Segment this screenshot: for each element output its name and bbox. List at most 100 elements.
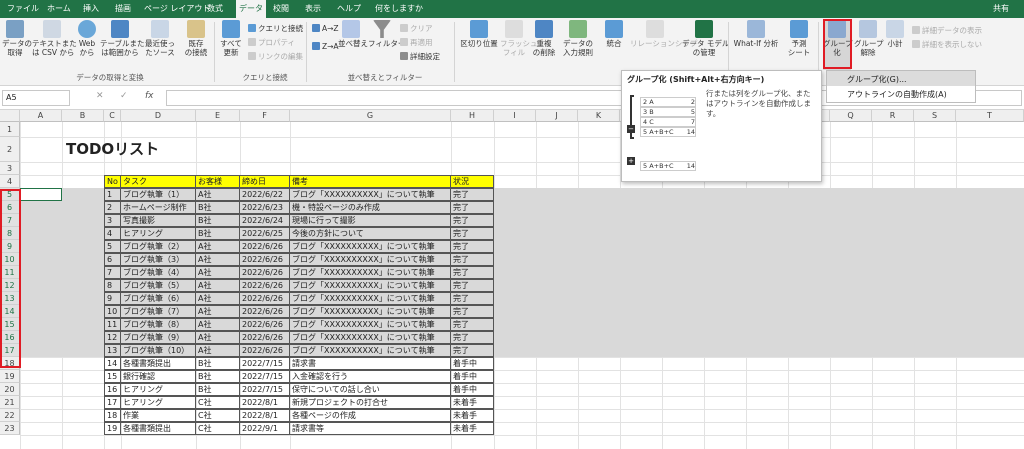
table-cell[interactable]: A社 [196,240,240,253]
tab-4[interactable]: ページ レイアウト [141,0,213,18]
column-header[interactable]: J [536,110,578,122]
table-cell[interactable]: 12 [104,331,121,344]
table-cell[interactable]: 15 [104,370,121,383]
table-cell[interactable]: 完了 [451,188,494,201]
table-cell[interactable]: 2022/6/25 [240,227,290,240]
table-cell[interactable]: 5 [104,240,121,253]
table-cell[interactable]: 3 [104,214,121,227]
table-header-cell[interactable]: 状況 [451,175,494,188]
table-cell[interactable]: 2022/6/22 [240,188,290,201]
table-cell[interactable]: 入金確認を行う [290,370,451,383]
table-cell[interactable]: 8 [104,279,121,292]
tab-2[interactable]: 挿入 [80,0,102,18]
table-cell[interactable]: ブログ執筆（8） [121,318,196,331]
table-cell[interactable]: 完了 [451,214,494,227]
table-cell[interactable]: 4 [104,227,121,240]
edit-links-button[interactable]: リンクの編集 [248,52,303,61]
column-header[interactable]: G [290,110,451,122]
row-header[interactable]: 23 [0,422,20,435]
tab-9[interactable]: ヘルプ [334,0,364,18]
table-cell[interactable]: 未着手 [451,409,494,422]
table-cell[interactable]: 完了 [451,227,494,240]
table-cell[interactable]: 完了 [451,331,494,344]
table-cell[interactable]: ブログ執筆（4） [121,266,196,279]
row-header[interactable]: 22 [0,409,20,422]
existing-connections-button[interactable]: 既存 の接続 [182,20,210,57]
table-cell[interactable]: ブログ執筆（7） [121,305,196,318]
sort-button[interactable]: 並べ替え [338,20,368,48]
remove-duplicates-button[interactable]: 重複 の削除 [530,20,558,57]
filter-button[interactable]: フィルター [368,20,405,48]
table-cell[interactable]: A社 [196,266,240,279]
table-cell[interactable]: ブログ「XXXXXXXXXX」について執筆 [290,344,451,357]
from-web-button[interactable]: Web から [76,20,98,57]
column-header[interactable]: I [494,110,536,122]
sheet-title[interactable]: TODOリスト [64,137,264,162]
table-cell[interactable]: 完了 [451,344,494,357]
refresh-all-button[interactable]: すべて 更新 [218,20,244,57]
table-cell[interactable]: ホームページ制作 [121,201,196,214]
table-cell[interactable]: B社 [196,214,240,227]
table-cell[interactable]: A社 [196,253,240,266]
column-header[interactable]: T [956,110,1024,122]
select-all-corner[interactable] [0,110,20,122]
table-cell[interactable]: 各種書類提出 [121,422,196,435]
table-cell[interactable]: C社 [196,409,240,422]
tab-0[interactable]: ファイル [4,0,42,18]
table-cell[interactable]: ヒアリング [121,396,196,409]
table-cell[interactable]: ブログ執筆（2） [121,240,196,253]
table-cell[interactable]: ブログ「XXXXXXXXXX」について執筆 [290,253,451,266]
table-cell[interactable]: 7 [104,266,121,279]
clear-filter-button[interactable]: クリア [400,24,433,33]
table-cell[interactable]: A社 [196,318,240,331]
reapply-button[interactable]: 再適用 [400,38,433,47]
table-cell[interactable]: 着手中 [451,370,494,383]
table-cell[interactable]: 着手中 [451,357,494,370]
sort-descending-button[interactable]: Z→A [312,42,339,51]
table-cell[interactable]: 請求書等 [290,422,451,435]
table-cell[interactable]: ブログ「XXXXXXXXXX」について執筆 [290,318,451,331]
function-icon[interactable]: fx [145,91,154,101]
table-cell[interactable]: 未着手 [451,422,494,435]
table-cell[interactable]: 1 [104,188,121,201]
table-cell[interactable]: ブログ「XXXXXXXXXX」について執筆 [290,240,451,253]
column-header[interactable]: S [914,110,956,122]
table-cell[interactable]: 未着手 [451,396,494,409]
row-header[interactable]: 19 [0,370,20,383]
table-cell[interactable]: B社 [196,227,240,240]
table-cell[interactable]: 17 [104,396,121,409]
table-cell[interactable]: 2022/6/26 [240,292,290,305]
column-header[interactable]: B [62,110,104,122]
table-cell[interactable]: 2022/6/26 [240,318,290,331]
table-cell[interactable]: ブログ執筆（6） [121,292,196,305]
table-cell[interactable]: ブログ執筆（10） [121,344,196,357]
column-header[interactable]: K [578,110,620,122]
flash-fill-button[interactable]: フラッシュ フィル [500,20,538,57]
table-cell[interactable]: ブログ「XXXXXXXXXX」について執筆 [290,266,451,279]
text-to-columns-button[interactable]: 区切り位置 [460,20,498,48]
table-cell[interactable]: B社 [196,370,240,383]
table-cell[interactable]: 2022/8/1 [240,396,290,409]
table-cell[interactable]: 今後の方針について [290,227,451,240]
column-header[interactable]: R [872,110,914,122]
table-cell[interactable]: 2022/8/1 [240,409,290,422]
table-header-cell[interactable]: 締め日 [240,175,290,188]
table-cell[interactable]: ヒアリング [121,227,196,240]
show-detail-button[interactable]: 詳細データの表示 [912,26,982,35]
table-cell[interactable]: 保守についての話し合い [290,383,451,396]
table-cell[interactable]: 銀行確認 [121,370,196,383]
from-text-button[interactable]: テキストまた は CSV から [32,20,77,57]
sort-ascending-button[interactable]: A→Z [312,24,339,33]
table-cell[interactable]: ブログ執筆（9） [121,331,196,344]
tab-8[interactable]: 表示 [302,0,324,18]
table-cell[interactable]: C社 [196,396,240,409]
table-cell[interactable]: C社 [196,422,240,435]
table-cell[interactable]: 2022/6/23 [240,201,290,214]
table-cell[interactable]: ヒアリング [121,383,196,396]
recent-sources-button[interactable]: 最近使っ たソース [142,20,178,57]
table-cell[interactable]: B社 [196,201,240,214]
row-header[interactable]: 3 [0,162,20,175]
table-cell[interactable]: 18 [104,409,121,422]
row-header[interactable]: 4 [0,175,20,188]
table-cell[interactable]: A社 [196,279,240,292]
